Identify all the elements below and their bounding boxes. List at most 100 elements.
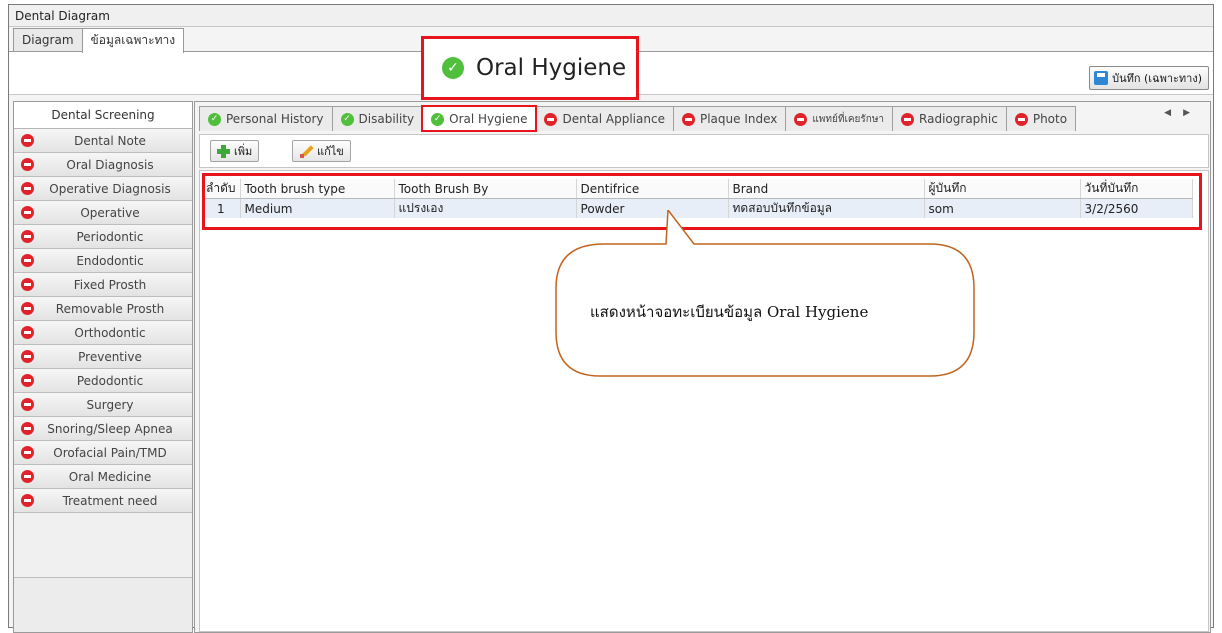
- check-icon: ✓: [431, 112, 445, 126]
- tab-diagram[interactable]: Diagram: [13, 28, 83, 52]
- missing-icon: [901, 112, 915, 126]
- missing-icon: [21, 494, 34, 507]
- check-icon: ✓: [340, 112, 354, 126]
- missing-icon: [21, 446, 34, 459]
- cell-brush-by: แปรงเอง: [394, 198, 577, 218]
- left-nav-label: Pedodontic: [76, 373, 144, 388]
- chevron-left-icon[interactable]: ◀: [1164, 108, 1183, 118]
- missing-icon: [21, 302, 34, 315]
- left-nav-label: Operative Diagnosis: [49, 181, 171, 196]
- left-nav-label: Endodontic: [76, 253, 144, 268]
- tab-scroll-arrows[interactable]: ◀▶: [1164, 108, 1202, 118]
- left-nav-item-operative-diagnosis[interactable]: Operative Diagnosis: [14, 177, 192, 201]
- pencil-icon: [299, 144, 313, 158]
- left-nav-label: Fixed Prosth: [73, 277, 147, 292]
- add-label: เพิ่ม: [234, 145, 253, 158]
- left-nav-label: Snoring/Sleep Apnea: [47, 421, 173, 436]
- tab-specialty-info[interactable]: ข้อมูลเฉพาะทาง: [81, 28, 185, 53]
- tab-label: Dental Appliance: [562, 112, 665, 126]
- left-nav-label: Dental Note: [74, 133, 146, 148]
- missing-icon: [21, 374, 34, 387]
- left-nav-item-snoring[interactable]: Snoring/Sleep Apnea: [14, 417, 192, 441]
- left-nav-item-pedodontic[interactable]: Pedodontic: [14, 369, 192, 393]
- chevron-right-icon[interactable]: ▶: [1183, 108, 1202, 118]
- missing-icon: [21, 278, 34, 291]
- left-nav-item-oral-medicine[interactable]: Oral Medicine: [14, 465, 192, 489]
- col-header-order[interactable]: ลำดับ: [202, 179, 241, 199]
- tab-personal-history[interactable]: ✓ Personal History: [199, 106, 333, 131]
- sub-tab-strip: ✓ Personal History ✓ Disability ✓ Oral Hygi…: [199, 105, 1077, 132]
- missing-icon: [21, 254, 34, 267]
- missing-icon: [21, 158, 34, 171]
- oral-hygiene-title-overlay: ✓ Oral Hygiene: [421, 36, 639, 100]
- cell-brush-type: Medium: [240, 198, 395, 218]
- tab-previous-doctor[interactable]: แพทย์ที่เคยรักษา: [785, 106, 894, 131]
- tab-label: Disability: [358, 112, 415, 126]
- left-nav-item-oral-diagnosis[interactable]: Oral Diagnosis: [14, 153, 192, 177]
- left-nav-item-orthodontic[interactable]: Orthodontic: [14, 321, 192, 345]
- left-nav-item-removable-prosth[interactable]: Removable Prosth: [14, 297, 192, 321]
- tab-disability[interactable]: ✓ Disability: [331, 106, 424, 131]
- missing-icon: [21, 206, 34, 219]
- left-nav-item-dental-note[interactable]: Dental Note: [14, 129, 192, 153]
- missing-icon: [21, 350, 34, 363]
- missing-icon: [21, 326, 34, 339]
- missing-icon: [681, 112, 695, 126]
- tab-photo[interactable]: Photo: [1005, 106, 1077, 131]
- cell-order: 1: [202, 198, 241, 218]
- left-nav-label: Operative: [80, 205, 140, 220]
- table-header-row: ลำดับ Tooth brush type Tooth Brush By De…: [202, 179, 1193, 199]
- tab-radiographic[interactable]: Radiographic: [892, 106, 1007, 131]
- left-nav-label: Periodontic: [76, 229, 144, 244]
- add-button[interactable]: เพิ่ม: [210, 140, 260, 162]
- col-header-dentifrice[interactable]: Dentifrice: [576, 179, 729, 199]
- col-header-brand[interactable]: Brand: [728, 179, 925, 199]
- left-nav-item-fixed-prosth[interactable]: Fixed Prosth: [14, 273, 192, 297]
- col-header-brush-type[interactable]: Tooth brush type: [240, 179, 395, 199]
- plus-icon: [217, 144, 230, 158]
- left-nav-item-treatment-need[interactable]: Treatment need: [14, 489, 192, 513]
- left-nav-item-surgery[interactable]: Surgery: [14, 393, 192, 417]
- left-nav-label: Orofacial Pain/TMD: [53, 445, 167, 460]
- missing-icon: [21, 398, 34, 411]
- action-toolbar: เพิ่ม แก้ไข: [199, 134, 1209, 168]
- tab-plaque-index[interactable]: Plaque Index: [672, 106, 787, 131]
- tab-label: Oral Hygiene: [449, 112, 528, 126]
- tab-oral-hygiene[interactable]: ✓ Oral Hygiene: [421, 105, 538, 132]
- missing-icon: [544, 112, 558, 126]
- check-icon: ✓: [208, 112, 221, 126]
- left-nav-item-endodontic[interactable]: Endodontic: [14, 249, 192, 273]
- tab-dental-appliance[interactable]: Dental Appliance: [535, 106, 674, 131]
- outer-tab-strip: Diagram ข้อมูลเฉพาะทาง: [13, 28, 185, 53]
- left-nav-label: Oral Diagnosis: [66, 157, 154, 172]
- save-specialty-button[interactable]: บันทึก (เฉพาะทาง): [1089, 66, 1209, 90]
- col-header-recorder[interactable]: ผู้บันทึก: [924, 179, 1081, 199]
- left-nav-label: Removable Prosth: [55, 301, 165, 316]
- missing-icon: [21, 134, 34, 147]
- annotation-callout: แสดงหน้าจอทะเบียนข้อมูล Oral Hygiene: [554, 210, 976, 380]
- missing-icon: [21, 230, 34, 243]
- tab-label: Plaque Index: [699, 112, 778, 126]
- left-nav-item-preventive[interactable]: Preventive: [14, 345, 192, 369]
- edit-button[interactable]: แก้ไข: [292, 140, 351, 162]
- missing-icon: [21, 182, 34, 195]
- missing-icon: [21, 470, 34, 483]
- left-nav-panel: Dental Screening Dental Note Oral Diagno…: [13, 101, 193, 633]
- tab-label: Photo: [1032, 112, 1068, 126]
- tab-label: Radiographic: [919, 112, 998, 126]
- left-nav-label: Treatment need: [62, 493, 158, 508]
- left-nav-header[interactable]: Dental Screening: [14, 102, 192, 129]
- col-header-brush-by[interactable]: Tooth Brush By: [394, 179, 577, 199]
- tab-label: แพทย์ที่เคยรักษา: [812, 113, 885, 125]
- left-nav-item-orofacial-pain[interactable]: Orofacial Pain/TMD: [14, 441, 192, 465]
- missing-icon: [1014, 112, 1028, 126]
- left-nav-item-operative[interactable]: Operative: [14, 201, 192, 225]
- callout-text: แสดงหน้าจอทะเบียนข้อมูล Oral Hygiene: [590, 303, 869, 321]
- check-icon: ✓: [442, 57, 464, 79]
- cell-date: 3/2/2560: [1080, 198, 1193, 218]
- col-header-date[interactable]: วันที่บันทึก: [1080, 179, 1193, 199]
- left-nav-item-periodontic[interactable]: Periodontic: [14, 225, 192, 249]
- overlay-title-text: Oral Hygiene: [476, 55, 627, 81]
- left-nav-label: Surgery: [86, 397, 134, 412]
- tab-label: Personal History: [226, 112, 324, 126]
